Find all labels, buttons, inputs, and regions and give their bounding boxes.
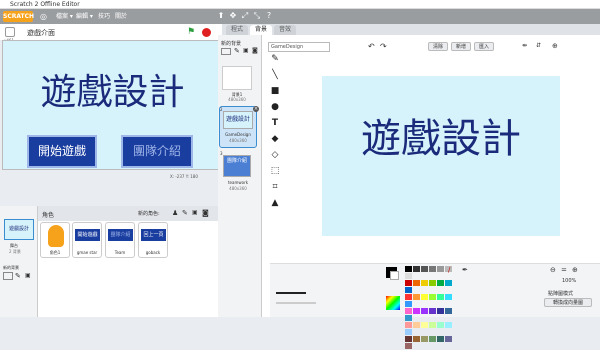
- sprite-image: 團隊介紹: [108, 229, 133, 241]
- select-icon[interactable]: ⬚: [268, 164, 282, 178]
- convert-to-vector-button[interactable]: 轉換成向量圖: [544, 298, 592, 307]
- backdrop-name: GameDesign: [225, 132, 251, 137]
- stamp-icon[interactable]: ▲: [268, 196, 282, 210]
- stage[interactable]: 遊戲設計 開始遊戲 團隊介紹: [2, 40, 221, 170]
- new-sprite-label: 新的角色:: [138, 211, 160, 217]
- menu-tips[interactable]: 技巧: [98, 12, 110, 22]
- line-width-preview: [276, 292, 306, 294]
- backdrop-preview[interactable]: 團隊介紹: [223, 155, 251, 177]
- paint-canvas[interactable]: 遊戲設計: [322, 76, 560, 236]
- stage-mode-icon[interactable]: [5, 27, 15, 37]
- select-remove-icon[interactable]: ⌗: [268, 180, 282, 194]
- clear-button[interactable]: 清除: [428, 42, 448, 51]
- backdrop-thumb-1[interactable]: [222, 66, 252, 90]
- bitmap-mode-label: 點陣圖模式: [548, 291, 574, 297]
- tab-sounds[interactable]: 音效: [274, 25, 296, 35]
- sprite-start[interactable]: 開始遊戲 gmae star: [72, 222, 102, 258]
- sprite-image: 回上一頁: [141, 229, 166, 241]
- menu-about[interactable]: 關於: [115, 12, 127, 22]
- mouse-coords: X: -237 Y: 180: [170, 174, 198, 179]
- backdrop-library-icon[interactable]: [3, 272, 13, 280]
- sprite-cat[interactable]: 角色1: [40, 222, 70, 258]
- sprite-library-icon[interactable]: ♟: [172, 209, 181, 217]
- start-game-button[interactable]: 開始遊戲: [27, 135, 97, 168]
- paint-sprite-icon[interactable]: ✎: [182, 209, 191, 217]
- cut-icon[interactable]: ✥: [228, 11, 238, 21]
- costume-library-icon[interactable]: [221, 48, 231, 55]
- eraser-icon[interactable]: ◇: [268, 148, 282, 162]
- flip-vertical-icon[interactable]: ⇵: [536, 42, 541, 49]
- undo-icon[interactable]: ↶: [368, 42, 375, 51]
- upload-icon[interactable]: ▣: [25, 272, 33, 280]
- text-icon[interactable]: T: [268, 116, 282, 130]
- title-bar: Scratch 2 Offline Editor — ☐ ✕: [0, 0, 600, 9]
- stage-title: 遊戲設計: [40, 72, 185, 113]
- help-icon[interactable]: ?: [264, 11, 274, 21]
- team-intro-button[interactable]: 團隊介紹: [121, 135, 193, 168]
- import-button[interactable]: 匯入: [474, 42, 494, 51]
- color-palette[interactable]: [405, 266, 459, 349]
- secondary-color-swatch[interactable]: [390, 271, 399, 280]
- tab-scripts[interactable]: 程式: [226, 25, 248, 35]
- brush-icon[interactable]: ✎: [268, 52, 282, 66]
- line-icon[interactable]: ╲: [268, 68, 282, 82]
- set-center-icon[interactable]: ⊕: [552, 42, 558, 50]
- grow-icon[interactable]: ⤢: [240, 11, 250, 21]
- sprite-image: 開始遊戲: [75, 229, 100, 241]
- flip-horizontal-icon[interactable]: ⇹: [522, 42, 527, 49]
- menu-edit[interactable]: 編輯 ▾: [76, 12, 93, 22]
- backdrop-name-input[interactable]: [268, 42, 330, 52]
- globe-icon[interactable]: ◎: [40, 12, 51, 22]
- sprite-team[interactable]: 團隊介紹 Team: [105, 222, 135, 258]
- backdrop-size: 480x360: [229, 186, 247, 191]
- sprite-name: goback: [145, 250, 161, 255]
- add-button[interactable]: 新增: [451, 42, 471, 51]
- camera-icon[interactable]: ◙: [202, 209, 211, 217]
- backdrop-size: 480x360: [229, 138, 247, 143]
- color-spectrum-icon[interactable]: [386, 296, 400, 310]
- new-backdrop-label: 新的背景: [3, 265, 19, 270]
- new-backdrop-header: 新的背景: [221, 41, 242, 47]
- backdrop-name: teamwork: [227, 180, 249, 185]
- redo-icon[interactable]: ↷: [380, 42, 387, 51]
- rectangle-icon[interactable]: ■: [268, 84, 282, 98]
- backdrop-preview: 遊戲設計: [223, 111, 253, 129]
- sprites-label: 角色: [42, 212, 55, 219]
- zoom-out-icon[interactable]: ⊖: [550, 266, 556, 274]
- stop-icon[interactable]: [202, 28, 211, 37]
- sprite-name: Team: [114, 250, 126, 255]
- fill-icon[interactable]: ◆: [268, 132, 282, 146]
- backdrop-count: 2 背景: [9, 249, 21, 254]
- line-width-slider[interactable]: [276, 302, 316, 304]
- menu-file[interactable]: 檔案 ▾: [56, 12, 73, 22]
- zoom-in-icon[interactable]: ⊕: [572, 266, 578, 274]
- zoom-level: 100%: [562, 278, 577, 284]
- paint-tools: ✎ ╲ ■ ● T ◆ ◇ ⬚ ⌗ ▲: [268, 52, 286, 220]
- canvas-text: 遊戲設計: [361, 116, 521, 162]
- duplicate-icon[interactable]: ⬆: [216, 11, 226, 21]
- sprite-name: 角色1: [49, 250, 61, 255]
- scratch-logo: SCRATCH: [3, 11, 35, 22]
- eyedropper-icon[interactable]: ✒: [462, 266, 468, 274]
- upload-sprite-icon[interactable]: ▣: [192, 209, 201, 217]
- ellipse-icon[interactable]: ●: [268, 100, 282, 114]
- no-color-icon[interactable]: ∕: [448, 266, 450, 274]
- delete-icon[interactable]: ×: [253, 106, 259, 112]
- window-title: Scratch 2 Offline Editor: [10, 1, 80, 8]
- tab-backdrops[interactable]: 背景: [250, 25, 272, 35]
- stage-thumbnail[interactable]: 遊戲設計: [4, 219, 34, 240]
- zoom-reset-icon[interactable]: =: [561, 266, 567, 274]
- upload-costume-icon[interactable]: ▣: [243, 47, 249, 54]
- sprite-name: gmae star: [76, 250, 98, 255]
- camera-costume-icon[interactable]: ◙: [252, 47, 258, 54]
- backdrop-size: 480x360: [228, 97, 246, 102]
- cat-icon: [48, 225, 64, 247]
- shrink-icon[interactable]: ⤡: [252, 11, 262, 21]
- sprite-goback[interactable]: 回上一頁 goback: [138, 222, 168, 258]
- green-flag-icon[interactable]: ⚑: [187, 27, 197, 37]
- paint-costume-icon[interactable]: ✎: [234, 47, 240, 55]
- paint-icon[interactable]: ✎: [15, 272, 23, 280]
- project-title: 遊戲介面: [27, 29, 55, 37]
